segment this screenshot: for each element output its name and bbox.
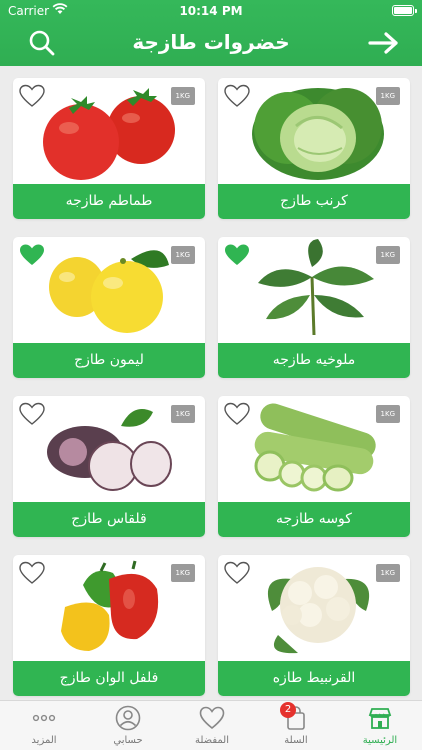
product-name: كوسه طازجه <box>218 502 410 537</box>
product-card[interactable]: 1KG القرنبيط طازه <box>218 555 410 696</box>
arrow-right-icon[interactable] <box>368 31 400 55</box>
tab-label: حسابي <box>113 735 143 746</box>
tab-label: المزيد <box>31 735 57 746</box>
clock: 10:14 PM <box>179 4 243 18</box>
product-card[interactable]: 1KG ملوخيه طازجه <box>218 237 410 378</box>
product-name: القرنبيط طازه <box>218 661 410 696</box>
product-name: ملوخيه طازجه <box>218 343 410 378</box>
heart-outline-icon[interactable] <box>224 402 250 426</box>
tab-more[interactable]: المزيد <box>2 705 86 746</box>
tab-home[interactable]: الرئيسية <box>338 705 422 746</box>
heart-outline-icon[interactable] <box>19 84 45 108</box>
weight-tag: 1KG <box>375 246 400 264</box>
page-title: خضروات طازجة <box>132 30 290 54</box>
tab-label: الرئيسية <box>362 735 398 746</box>
product-card[interactable]: 1KG ليمون طازج <box>13 237 205 378</box>
cart-badge: 2 <box>280 702 296 718</box>
product-card[interactable]: 1KG طماطم طازجه <box>13 78 205 219</box>
heart-filled-icon[interactable] <box>224 243 250 267</box>
weight-tag: 1KG <box>375 405 400 423</box>
product-card[interactable]: 1KG قلقاس طازج <box>13 396 205 537</box>
tab-account[interactable]: حسابي <box>86 705 170 746</box>
product-name: فلفل الوان طازج <box>13 661 205 696</box>
weight-tag: 1KG <box>170 87 195 105</box>
battery-icon <box>392 5 417 16</box>
heart-outline-icon[interactable] <box>19 402 45 426</box>
tab-bar: الرئيسية 2 السلة المفضلة حسابي المزيد <box>0 700 422 750</box>
heart-filled-icon[interactable] <box>19 243 45 267</box>
heart-outline-icon[interactable] <box>224 561 250 585</box>
product-card[interactable]: 1KG كرنب طازج <box>218 78 410 219</box>
tab-cart[interactable]: 2 السلة <box>254 702 338 746</box>
store-icon <box>368 708 392 729</box>
user-icon <box>115 705 141 731</box>
weight-tag: 1KG <box>170 564 195 582</box>
heart-outline-icon[interactable] <box>19 561 45 585</box>
product-card[interactable]: 1KG كوسه طازجه <box>218 396 410 537</box>
product-card[interactable]: 1KG فلفل الوان طازج <box>13 555 205 696</box>
product-name: كرنب طازج <box>218 184 410 219</box>
app-header: Carrier 10:14 PM خضروات طازجة <box>0 0 422 66</box>
search-icon[interactable] <box>28 29 56 57</box>
weight-tag: 1KG <box>170 405 195 423</box>
tab-label: المفضلة <box>194 735 229 746</box>
product-name: طماطم طازجه <box>13 184 205 219</box>
weight-tag: 1KG <box>375 87 400 105</box>
heart-icon <box>199 706 225 730</box>
product-name: قلقاس طازج <box>13 502 205 537</box>
tab-label: السلة <box>284 735 308 746</box>
heart-outline-icon[interactable] <box>224 84 250 108</box>
status-bar: Carrier 10:14 PM <box>0 0 422 22</box>
tab-favorites[interactable]: المفضلة <box>170 705 254 746</box>
weight-tag: 1KG <box>170 246 195 264</box>
product-name: ليمون طازج <box>13 343 205 378</box>
more-icon <box>32 714 56 722</box>
weight-tag: 1KG <box>375 564 400 582</box>
